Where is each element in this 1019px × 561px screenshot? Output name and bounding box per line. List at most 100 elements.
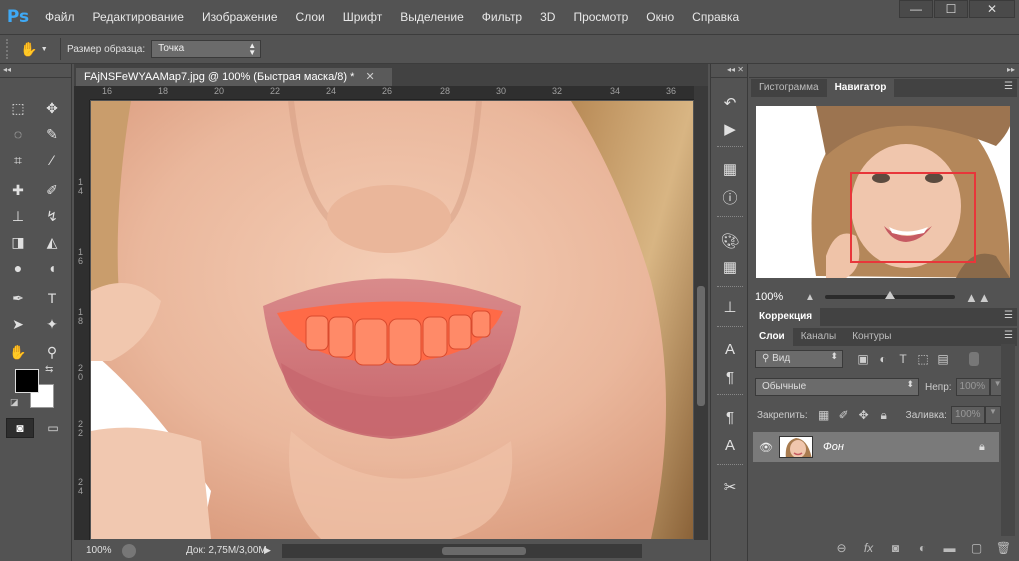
color-palette-icon[interactable]: 🎨︎: [718, 230, 742, 252]
filter-type-icon[interactable]: T: [893, 352, 913, 366]
tab-paths[interactable]: Контуры: [844, 328, 900, 346]
slider-knob[interactable]: [885, 291, 895, 299]
collapse-arrows-icon[interactable]: ◂◂: [0, 64, 71, 78]
eyedropper-tool-icon[interactable]: ⁄: [38, 148, 66, 172]
navigator-zoom-value[interactable]: 100%: [749, 291, 805, 303]
fill-field[interactable]: 100%: [950, 406, 985, 424]
zoom-tool-icon[interactable]: ⚲: [38, 340, 66, 364]
swatches-icon[interactable]: ▦: [718, 256, 742, 278]
tab-navigator[interactable]: Навигатор: [826, 79, 895, 97]
eye-visibility-icon[interactable]: 👁︎: [753, 441, 779, 454]
horizontal-ruler[interactable]: 16 18 20 22 24 26 28 30 32 34 36: [90, 86, 694, 100]
foreground-color-swatch[interactable]: [15, 369, 39, 393]
zoom-in-mountain-icon[interactable]: ▲▲: [965, 290, 991, 305]
character-icon[interactable]: A: [718, 338, 742, 360]
status-menu-arrow-icon[interactable]: ▶: [264, 545, 280, 556]
layer-kind-select[interactable]: ⚲ Вид ⬍: [755, 350, 843, 368]
sample-size-select[interactable]: Точка ▲ ▼: [151, 40, 262, 58]
layer-row[interactable]: 👁︎ Фон 🔒︎: [753, 432, 999, 462]
clone-source-icon[interactable]: ⊥: [718, 296, 742, 318]
menu-image[interactable]: Изображение: [193, 0, 287, 34]
link-layers-icon[interactable]: ⊖: [828, 541, 855, 555]
document-tab[interactable]: FAjNSFeWYAAMap7.jpg @ 100% (Быстрая маск…: [76, 68, 392, 86]
screen-mode-icon[interactable]: ▭: [40, 418, 66, 438]
menu-help[interactable]: Справка: [683, 0, 748, 34]
panel-menu-icon[interactable]: ☰: [1004, 81, 1013, 92]
tool-presets-icon[interactable]: ✂: [718, 476, 742, 498]
tab-channels[interactable]: Каналы: [792, 328, 845, 346]
menu-window[interactable]: Окно: [637, 0, 683, 34]
crop-tool-icon[interactable]: ⌗: [4, 148, 32, 172]
ruler-corner[interactable]: [74, 86, 90, 100]
new-layer-icon[interactable]: ▢: [963, 541, 990, 555]
panel-menu-icon[interactable]: ☰: [1004, 310, 1013, 321]
quick-mask-icon[interactable]: ◙: [6, 418, 34, 438]
document-canvas[interactable]: [91, 101, 693, 539]
opacity-field[interactable]: 100%: [955, 378, 990, 396]
navigator-zoom-slider[interactable]: [825, 291, 955, 299]
zoom-level[interactable]: 100%: [74, 545, 122, 556]
tab-layers[interactable]: Слои: [751, 328, 793, 346]
custom-shape-tool-icon[interactable]: ✦: [38, 312, 66, 336]
status-info-icon[interactable]: [122, 543, 136, 558]
lasso-tool-icon[interactable]: ◌: [4, 122, 32, 146]
collapse-arrows-icon[interactable]: ▸▸: [749, 64, 1019, 78]
fx-icon[interactable]: fx: [855, 541, 882, 555]
filter-smart-object-icon[interactable]: ▤: [933, 352, 953, 366]
paragraph-styles-icon[interactable]: ¶: [718, 406, 742, 428]
menu-edit[interactable]: Редактирование: [84, 0, 193, 34]
clone-stamp-tool-icon[interactable]: ⊥: [4, 204, 32, 228]
blend-mode-select[interactable]: Обычные ⬍: [755, 378, 919, 396]
vertical-ruler[interactable]: 1 4 1 6 1 8 2 0 2 2 2 4: [74, 100, 90, 540]
path-selection-tool-icon[interactable]: ➤: [4, 312, 32, 336]
info-icon[interactable]: ⓘ: [718, 186, 742, 208]
filter-shape-icon[interactable]: ⬚: [913, 352, 933, 366]
filter-toggle[interactable]: [969, 352, 979, 366]
filter-adjustment-icon[interactable]: ◐: [873, 352, 893, 366]
healing-brush-tool-icon[interactable]: ✚: [4, 178, 32, 202]
menu-select[interactable]: Выделение: [391, 0, 473, 34]
move-tool-icon[interactable]: ✥: [38, 96, 66, 120]
menu-layers[interactable]: Слои: [287, 0, 334, 34]
options-grip[interactable]: [6, 39, 14, 59]
lock-position-icon[interactable]: ✥: [854, 408, 874, 422]
default-colors-icon[interactable]: ◪: [10, 397, 19, 408]
menu-file[interactable]: Файл: [36, 0, 84, 34]
pen-tool-icon[interactable]: ✒: [4, 286, 32, 310]
new-group-folder-icon[interactable]: ▬: [936, 541, 963, 555]
fill-dropdown[interactable]: ▼: [984, 406, 1001, 424]
vertical-scrollbar[interactable]: [694, 86, 708, 540]
tab-histogram[interactable]: Гистограмма: [751, 79, 827, 97]
history-brush-tool-icon[interactable]: ↯: [38, 204, 66, 228]
menu-type[interactable]: Шрифт: [334, 0, 391, 34]
close-tab-icon[interactable]: ✕: [365, 71, 374, 83]
lock-all-icon[interactable]: 🔒︎: [874, 408, 894, 423]
panel-menu-icon[interactable]: ☰: [1004, 330, 1013, 341]
collapse-arrows-icon[interactable]: ◂◂ ✕: [711, 64, 747, 78]
close-button[interactable]: ✕: [969, 0, 1015, 18]
type-tool-icon[interactable]: T: [38, 286, 66, 310]
swap-colors-icon[interactable]: ⇆: [45, 364, 53, 375]
menu-filter[interactable]: Фильтр: [473, 0, 531, 34]
eraser-tool-icon[interactable]: ◨: [4, 230, 32, 254]
quick-selection-tool-icon[interactable]: ✎: [38, 122, 66, 146]
marquee-tool-icon[interactable]: ⬚: [4, 96, 32, 120]
scroll-thumb[interactable]: [442, 546, 526, 555]
layer-name[interactable]: Фон: [823, 441, 979, 453]
hand-icon[interactable]: ✋ ▼: [14, 37, 54, 61]
lock-transparent-icon[interactable]: ▦: [814, 408, 834, 422]
paragraph-icon[interactable]: ¶: [718, 366, 742, 388]
history-icon[interactable]: ↶: [718, 92, 742, 114]
maximize-button[interactable]: ☐: [934, 0, 968, 18]
filter-pixel-icon[interactable]: ▣: [853, 352, 873, 366]
paint-bucket-tool-icon[interactable]: ◭: [38, 230, 66, 254]
hand-tool-icon[interactable]: ✋: [4, 340, 32, 364]
trash-icon[interactable]: 🗑︎: [990, 541, 1017, 555]
navigator-preview[interactable]: [756, 106, 1010, 278]
blur-tool-icon[interactable]: ●: [4, 256, 32, 280]
adjustment-layer-icon[interactable]: ◐: [909, 541, 936, 555]
navigator-view-box[interactable]: [850, 172, 976, 263]
tab-correction[interactable]: Коррекция: [751, 308, 821, 326]
add-mask-icon[interactable]: ◙: [882, 541, 909, 555]
scroll-thumb[interactable]: [697, 286, 705, 406]
